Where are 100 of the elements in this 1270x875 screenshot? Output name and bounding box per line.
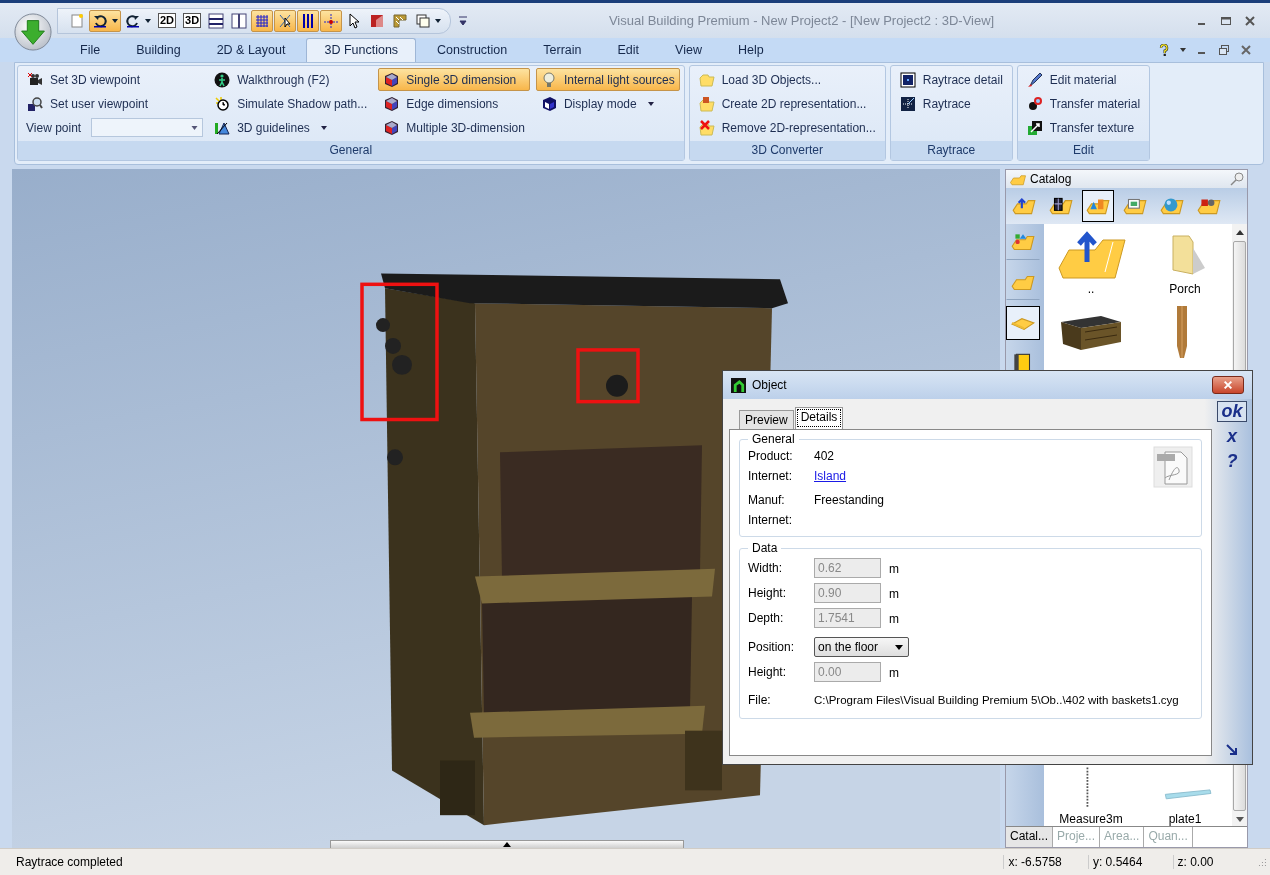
texture-transfer-icon — [1026, 119, 1043, 136]
folder-arrow-icon — [1011, 197, 1037, 216]
crosshair-icon — [323, 12, 340, 29]
maximize-icon[interactable] — [1220, 14, 1232, 27]
house-icon — [731, 377, 746, 393]
ribbon-button[interactable]: Display mode — [535, 92, 680, 116]
ribbon-button[interactable]: Load 3D Objects... — [693, 68, 881, 92]
menu-tab[interactable]: Building — [118, 38, 199, 63]
field-value: Freestanding — [814, 493, 885, 508]
caret-icon — [191, 126, 199, 131]
dialog-button[interactable]: ? — [1217, 451, 1247, 473]
field-label: Width: — [748, 560, 783, 575]
cube-icon — [383, 95, 400, 112]
ribbon-button[interactable]: Set user viewpoint — [22, 92, 204, 116]
up-arrow-icon — [503, 842, 511, 848]
dialog-tab[interactable]: Preview — [739, 410, 794, 430]
vertical-split-icon — [231, 12, 248, 29]
menu-tab[interactable]: Help — [719, 38, 782, 63]
ribbon-button[interactable]: Transfer material — [1021, 92, 1146, 116]
pattern-icon — [392, 12, 409, 29]
toolbar-button[interactable] — [251, 9, 274, 32]
menu-tab[interactable]: 2D & Layout — [198, 38, 304, 63]
unit-label: m — [889, 561, 899, 576]
brush-icon — [1026, 71, 1043, 88]
caret-icon — [895, 644, 903, 650]
ribbon-button[interactable]: Single 3D dimension — [378, 68, 530, 92]
coordinate-readout: z: 0.00 — [1172, 855, 1258, 870]
cube-icon — [383, 119, 400, 136]
raytrace-icon — [899, 95, 916, 112]
ribbon-button[interactable]: Walkthrough (F2) — [209, 68, 373, 92]
toolbar-button[interactable] — [274, 9, 297, 32]
close-icon[interactable] — [1240, 44, 1252, 57]
ribbon-button[interactable]: Set 3D viewpoint — [22, 68, 204, 92]
coordinate-readout: x: -6.5758 — [1003, 855, 1088, 870]
section-title: General — [751, 432, 796, 447]
undo-icon — [92, 12, 108, 29]
menu-tab[interactable]: View — [657, 38, 720, 63]
restore-icon[interactable] — [1218, 44, 1230, 57]
folder-icon — [698, 71, 715, 88]
ribbon-button[interactable]: Remove 2D-representation... — [693, 116, 881, 140]
toolbar-button[interactable] — [297, 9, 320, 32]
folder-picture-icon — [1122, 197, 1148, 216]
status-message: Raytrace completed — [15, 855, 124, 870]
folder-globe-icon — [1159, 197, 1185, 216]
resize-icon[interactable] — [1226, 744, 1238, 757]
close-button[interactable] — [1212, 376, 1244, 395]
wall-corner-icon — [369, 12, 386, 29]
close-icon[interactable] — [1244, 14, 1256, 27]
splitter-handle[interactable] — [330, 840, 684, 849]
item-label: Porch — [1169, 282, 1201, 297]
group-title: 3D Converter — [689, 141, 885, 161]
help-icon[interactable] — [1158, 44, 1170, 57]
up-arrow-icon — [1235, 230, 1244, 236]
customize-toolbar-icon[interactable] — [459, 15, 468, 26]
close-icon — [1223, 380, 1233, 391]
ribbon-button[interactable]: 3D guidelines — [209, 116, 373, 140]
unit-label: m — [889, 665, 899, 680]
folder-window-icon — [1048, 197, 1074, 216]
ribbon-button[interactable]: Create 2D representation... — [693, 92, 881, 116]
group-title: Raytrace — [890, 141, 1012, 161]
grid-icon — [254, 12, 271, 29]
ribbon-button[interactable]: Raytrace detail — [894, 68, 1008, 92]
caret-icon — [435, 18, 442, 23]
item-label: Measure3m — [1059, 812, 1123, 827]
caret-icon[interactable] — [1180, 48, 1186, 53]
ribbon-button[interactable]: Internal light sources — [535, 68, 680, 92]
internet-link[interactable]: Island — [814, 469, 847, 484]
resize-grip-icon[interactable] — [1257, 857, 1267, 868]
down-arrow-icon — [1235, 817, 1244, 823]
menu-tab[interactable]: Construction — [419, 38, 526, 63]
dialog-tab[interactable]: Details — [794, 407, 844, 430]
clock-icon — [214, 95, 231, 112]
ribbon-button[interactable]: Edit material — [1021, 68, 1146, 92]
position-dropdown[interactable]: on the floor — [814, 636, 909, 657]
field-label: Depth: — [748, 610, 785, 625]
dialog-button[interactable]: ok — [1217, 401, 1247, 423]
dialog-button[interactable]: x — [1217, 426, 1247, 448]
folder-icon — [698, 95, 715, 112]
toolbar-button[interactable] — [89, 9, 121, 32]
ribbon-button[interactable]: Edge dimensions — [378, 92, 530, 116]
paint-drop-icon — [1026, 95, 1043, 112]
panel-tab[interactable]: Catal... — [1006, 827, 1053, 848]
ribbon-button[interactable]: Raytrace — [894, 92, 1008, 116]
menu-tab[interactable]: File — [62, 38, 119, 63]
caret-icon — [647, 101, 654, 106]
field-label: File: — [748, 692, 772, 707]
ribbon-button[interactable]: Transfer texture — [1021, 116, 1146, 140]
menu-tab[interactable]: 3D Functions — [306, 38, 417, 63]
category-button[interactable] — [1082, 190, 1114, 223]
ribbon-button[interactable]: Multiple 3D-dimension — [378, 116, 530, 140]
ribbon-button[interactable]: Simulate Shadow path... — [209, 92, 373, 116]
menu-tab[interactable]: Edit — [599, 38, 658, 63]
field-label: Manuf: — [748, 493, 786, 508]
field-label: Internet: — [748, 469, 794, 484]
field-label: Internet: — [748, 513, 794, 528]
menu-tab[interactable]: Terrain — [525, 38, 600, 63]
caret-icon — [112, 18, 118, 23]
field-label: Height: — [748, 664, 788, 679]
category-button[interactable] — [1006, 306, 1040, 341]
caret-icon — [145, 18, 151, 23]
